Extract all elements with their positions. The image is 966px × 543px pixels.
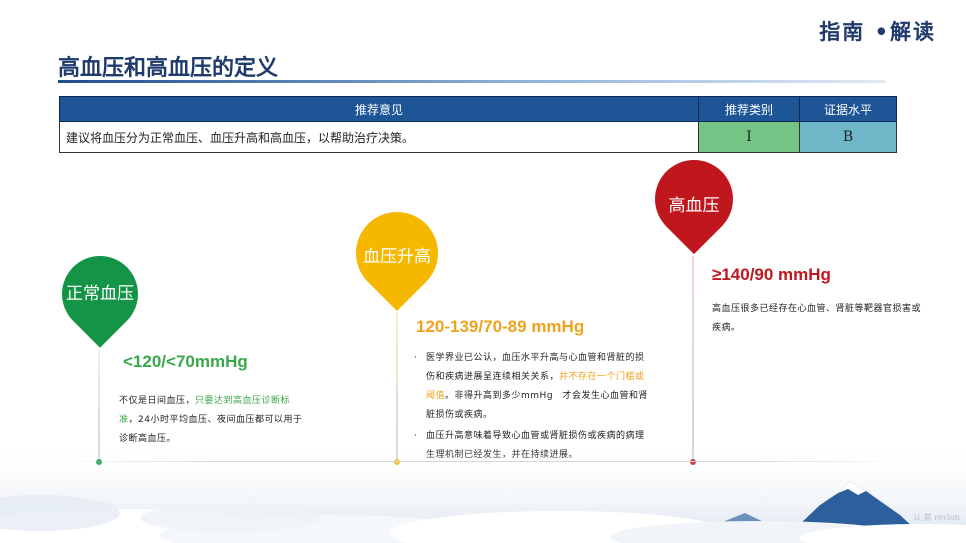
point1-after: 。非得升高到多少mmHg 才会发生心血管和肾脏损伤或疾病。 [426,391,649,420]
stem-elevated [396,312,398,462]
desc-normal: 不仅是日间血压，只要达到高血压诊断标准，24小时平均血压、夜间血压都可以用于诊断… [119,392,305,449]
pin-normal-label: 正常血压 [66,284,134,304]
header-class: 推荐类别 [698,96,800,122]
recommendation-table: 推荐意见 推荐类别 证据水平 建议将血压分为正常血压、血压升高和高血压，以帮助治… [59,96,897,153]
elevated-point-1: · 医学界业已公认，血压水平升高与心血管和肾脏的损伤和疾病进展呈连续相关关系，并… [414,349,650,425]
pin-hypertension: 高血压 [638,143,750,255]
desc-hypertension: 高血压很多已经存在心血管、肾脏等靶器官损害或疾病。 [712,304,922,333]
bullet-1: · [414,353,418,363]
value-elevated: 120-139/70-89 mmHg [416,317,585,336]
desc-normal-after: ，24小时平均血压、夜间血压都可以用于诊断高血压。 [119,415,303,444]
stem-hypertension [692,256,694,462]
recommendation-class: I [698,121,800,153]
value-hypertension: ≥140/90 mmHg [712,265,831,284]
watermark: 认 薪 revion [913,513,960,522]
value-normal: <120/<70mmHg [123,352,248,371]
pin-hypertension-label: 高血压 [668,196,720,216]
recommendation-text: 建议将血压分为正常血压、血压升高和高血压，以帮助治疗决策。 [59,121,699,153]
header-level: 证据水平 [799,96,897,122]
title-underline [58,80,886,83]
desc-normal-before: 不仅是日间血压， [119,396,196,406]
table-header-row: 推荐意见 推荐类别 证据水平 [59,96,897,122]
table-row: 建议将血压分为正常血压、血压升高和高血压，以帮助治疗决策。 I B [59,121,897,153]
page-title: 高血压和高血压的定义 [58,56,279,81]
evidence-level: B [799,121,897,153]
brand-title: 指南 •解读 [819,19,936,44]
header-recommendation: 推荐意见 [59,96,699,122]
pin-normal: 正常血压 [46,240,154,348]
cloud-mountain-illustration [0,443,966,543]
pin-elevated: 血压升高 [339,195,455,311]
pin-elevated-label: 血压升高 [363,247,431,267]
